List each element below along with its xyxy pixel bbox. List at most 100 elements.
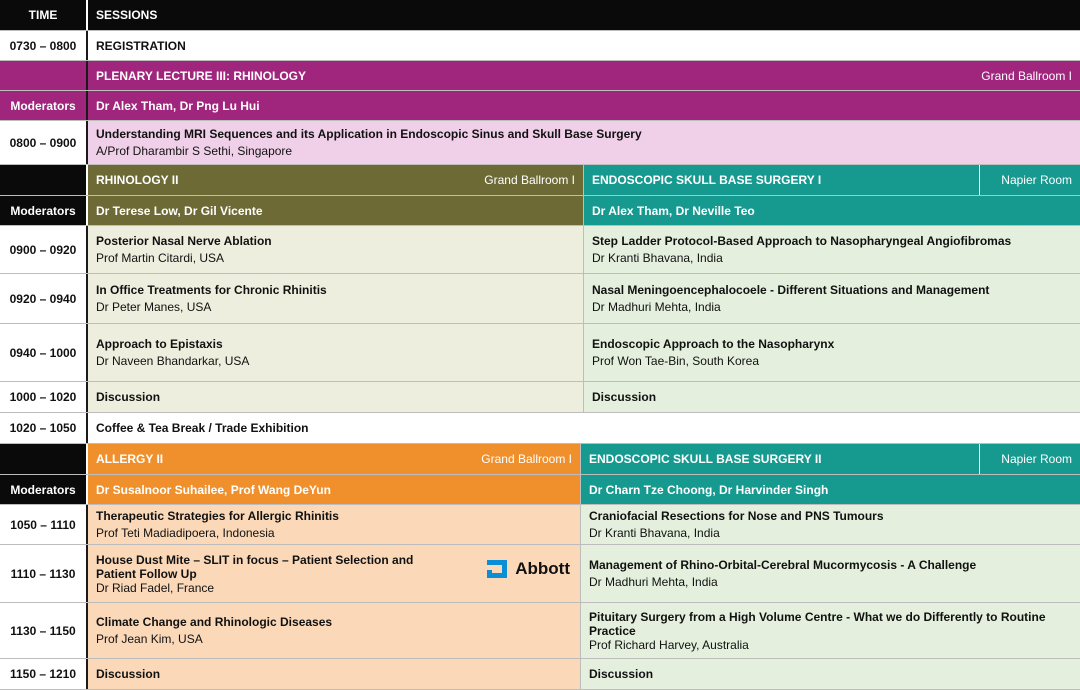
plenary-header-row: PLENARY LECTURE III: RHINOLOGY Grand Bal… [0, 61, 1080, 91]
talk-title: Endoscopic Approach to the Nasopharynx [592, 337, 835, 351]
talk-cell: Nasal Meningoencephalocoele - Different … [584, 274, 1080, 323]
talk-title: In Office Treatments for Chronic Rhiniti… [96, 283, 327, 297]
time-slot-empty [0, 61, 88, 90]
moderators-names: Dr Charn Tze Choong, Dr Harvinder Singh [581, 475, 1080, 504]
allergy-session-header: ALLERGY II Grand Ballroom I [88, 444, 581, 474]
table-row: 0940 – 1000 Approach to Epistaxis Dr Nav… [0, 324, 1080, 382]
speaker-name: Prof Won Tae-Bin, South Korea [592, 354, 759, 368]
time-slot: 1130 – 1150 [0, 603, 88, 658]
session-header: PLENARY LECTURE III: RHINOLOGY Grand Bal… [88, 61, 1080, 90]
talk-cell: In Office Treatments for Chronic Rhiniti… [88, 274, 584, 323]
speaker-name: Dr Kranti Bhavana, India [592, 251, 723, 265]
registration-row: 0730 – 0800 REGISTRATION [0, 31, 1080, 61]
room-label: Grand Ballroom I [481, 452, 572, 466]
table-row: 1150 – 1210 Discussion Discussion [0, 659, 1080, 690]
talk-title-line-1: Pituitary Surgery from a High Volume Cen… [589, 609, 1046, 624]
talk-cell: Climate Change and Rhinologic Diseases P… [88, 603, 581, 658]
moderators-label: Moderators [0, 475, 88, 504]
talk-cell: Therapeutic Strategies for Allergic Rhin… [88, 505, 581, 544]
block1-header-row: RHINOLOGY II Grand Ballroom I ENDOSCOPIC… [0, 165, 1080, 196]
session-title: REGISTRATION [96, 38, 186, 53]
talk-cell: Posterior Nasal Nerve Ablation Prof Mart… [88, 226, 584, 273]
abbott-icon [487, 560, 508, 578]
moderators-label: Moderators [0, 196, 88, 225]
speaker-name: A/Prof Dharambir S Sethi, Singapore [96, 144, 293, 158]
room-label: Napier Room [979, 444, 1080, 474]
plenary-moderators-row: Moderators Dr Alex Tham, Dr Png Lu Hui [0, 91, 1080, 121]
speaker-name: Dr Kranti Bhavana, India [589, 526, 720, 540]
speaker-name: Dr Madhuri Mehta, India [589, 575, 718, 589]
talk-cell: Endoscopic Approach to the Nasopharynx P… [584, 324, 1080, 381]
talk-title-line-2: Practice [589, 623, 636, 638]
sessions-column-header: SESSIONS [96, 8, 158, 22]
header-row: TIME SESSIONS [0, 0, 1080, 31]
speaker-name: Prof Martin Citardi, USA [96, 251, 225, 265]
speaker-name: Prof Jean Kim, USA [96, 632, 203, 646]
time-slot-empty [0, 165, 88, 195]
break-title: Coffee & Tea Break / Trade Exhibition [96, 421, 309, 435]
break-row: 1020 – 1050 Coffee & Tea Break / Trade E… [0, 413, 1080, 444]
moderators-names: Dr Alex Tham, Dr Png Lu Hui [96, 98, 260, 113]
talk-cell: Pituitary Surgery from a High Volume Cen… [581, 603, 1080, 658]
talk-title: Approach to Epistaxis [96, 337, 223, 351]
time-slot: 1020 – 1050 [0, 413, 88, 443]
room-label: Grand Ballroom I [484, 173, 575, 187]
talk-title: Nasal Meningoencephalocoele - Different … [592, 283, 990, 297]
time-slot-empty [0, 444, 88, 474]
table-row: 1110 – 1130 House Dust Mite – SLIT in fo… [0, 545, 1080, 603]
talk-cell: Step Ladder Protocol-Based Approach to N… [584, 226, 1080, 273]
talk-title: Therapeutic Strategies for Allergic Rhin… [96, 509, 339, 523]
time-column-header: TIME [0, 0, 88, 30]
block1-moderators-row: Moderators Dr Terese Low, Dr Gil Vicente… [0, 196, 1080, 226]
speaker-name: Dr Riad Fadel, France [96, 580, 215, 595]
discussion-cell: Discussion [88, 382, 584, 412]
rhinology-session-header: RHINOLOGY II Grand Ballroom I [88, 165, 584, 195]
talk-cell: Management of Rhino-Orbital-Cerebral Muc… [581, 545, 1080, 602]
table-row: 0920 – 0940 In Office Treatments for Chr… [0, 274, 1080, 324]
discussion-cell: Discussion [584, 382, 1080, 412]
moderators-label: Moderators [0, 91, 88, 120]
talk-title: Step Ladder Protocol-Based Approach to N… [592, 234, 1012, 248]
table-row: 1050 – 1110 Therapeutic Strategies for A… [0, 505, 1080, 545]
moderators-names: Dr Alex Tham, Dr Neville Teo [584, 196, 1080, 225]
moderators-names: Dr Susalnoor Suhailee, Prof Wang DeYun [88, 475, 581, 504]
skull-base-session-header: ENDOSCOPIC SKULL BASE SURGERY I Napier R… [584, 165, 1080, 195]
talk-cell: Understanding MRI Sequences and its Appl… [88, 121, 1080, 164]
time-slot: 0920 – 0940 [0, 274, 88, 323]
talk-cell: Approach to Epistaxis Dr Naveen Bhandark… [88, 324, 584, 381]
speaker-name: Dr Peter Manes, USA [96, 300, 212, 314]
abbott-logo: Abbott [484, 557, 570, 581]
talk-cell: Craniofacial Resections for Nose and PNS… [581, 505, 1080, 544]
time-slot: 0730 – 0800 [0, 31, 88, 60]
talk-title: Climate Change and Rhinologic Diseases [96, 615, 333, 629]
time-slot: 1000 – 1020 [0, 382, 88, 412]
speaker-name: Prof Richard Harvey, Australia [589, 637, 749, 652]
room-label: Grand Ballroom I [981, 68, 1072, 83]
time-slot: 1150 – 1210 [0, 659, 88, 689]
talk-title: Management of Rhino-Orbital-Cerebral Muc… [589, 558, 977, 572]
session-title: PLENARY LECTURE III: RHINOLOGY [96, 68, 307, 83]
speaker-name: Prof Teti Madiadipoera, Indonesia [96, 526, 275, 540]
talk-title: Posterior Nasal Nerve Ablation [96, 234, 272, 248]
talk-title: Craniofacial Resections for Nose and PNS… [589, 509, 884, 523]
time-slot: 1110 – 1130 [0, 545, 88, 602]
talk-cell: House Dust Mite – SLIT in focus – Patien… [88, 545, 581, 602]
room-label: Napier Room [979, 165, 1080, 195]
time-slot: 0940 – 1000 [0, 324, 88, 381]
abbott-wordmark: Abbott [515, 559, 570, 578]
block2-moderators-row: Moderators Dr Susalnoor Suhailee, Prof W… [0, 475, 1080, 505]
discussion-cell: Discussion [581, 659, 1080, 689]
time-slot: 0900 – 0920 [0, 226, 88, 273]
time-slot: 0800 – 0900 [0, 121, 88, 164]
plenary-talk-row: 0800 – 0900 Understanding MRI Sequences … [0, 121, 1080, 165]
talk-title: Understanding MRI Sequences and its Appl… [96, 127, 642, 141]
discussion-cell: Discussion [88, 659, 581, 689]
speaker-name: Dr Naveen Bhandarkar, USA [96, 354, 250, 368]
speaker-name: Dr Madhuri Mehta, India [592, 300, 721, 314]
table-row: 0900 – 0920 Posterior Nasal Nerve Ablati… [0, 226, 1080, 274]
table-row: 1130 – 1150 Climate Change and Rhinologi… [0, 603, 1080, 659]
time-slot: 1050 – 1110 [0, 505, 88, 544]
skull-base-session-header: ENDOSCOPIC SKULL BASE SURGERY II Napier … [581, 444, 1080, 474]
moderators-names: Dr Terese Low, Dr Gil Vicente [88, 196, 584, 225]
block2-header-row: ALLERGY II Grand Ballroom I ENDOSCOPIC S… [0, 444, 1080, 475]
